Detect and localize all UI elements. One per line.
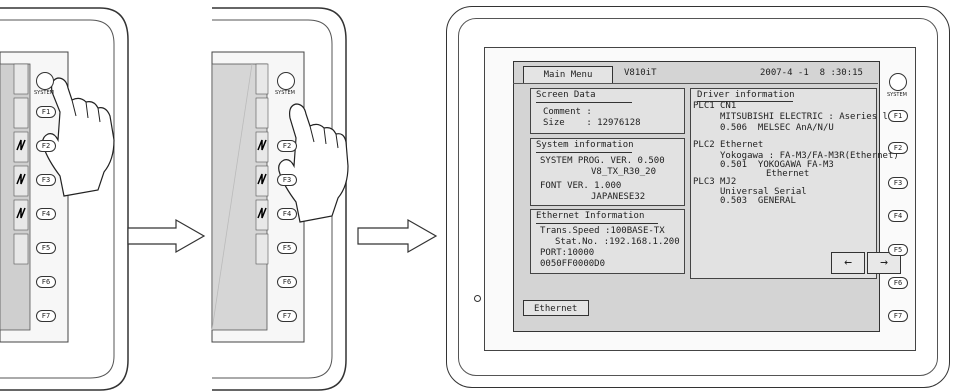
model-name: V810iT: [624, 68, 657, 78]
header-divider: [513, 83, 878, 84]
ethernet-information-title-underline: [536, 223, 658, 224]
system-information-title-underline: [536, 152, 632, 153]
driver-information-title: Driver information: [697, 90, 795, 100]
ethernet-button[interactable]: Ethernet: [523, 300, 589, 316]
plc1-port: CN1: [720, 101, 737, 111]
step2-system-button[interactable]: [277, 72, 295, 90]
font-name: JAPANESE32: [591, 192, 646, 202]
f2-key[interactable]: F2: [888, 142, 908, 154]
ethernet-information-title: Ethernet Information: [536, 211, 645, 221]
screen-data-comment: Comment :: [543, 107, 592, 117]
plc2-label: PLC2: [693, 140, 715, 150]
f5-key[interactable]: F5: [888, 244, 908, 256]
plc1-driver: 0.506 MELSEC AnA/N/U: [720, 123, 834, 133]
f4-key[interactable]: F4: [277, 208, 297, 220]
screen-data-size: Size : 12976128: [543, 118, 641, 128]
f6-key[interactable]: F6: [888, 277, 908, 289]
f2-key[interactable]: F2: [277, 140, 297, 152]
system-button[interactable]: [889, 73, 907, 91]
f3-key[interactable]: F3: [277, 174, 297, 186]
ethernet-mac: 0050FF0000D0: [540, 259, 606, 269]
system-information-title: System information: [536, 140, 634, 150]
step2-system-label: SYSTEM: [275, 90, 295, 96]
plc1-label: PLC1: [693, 101, 715, 111]
plc2-port: Ethernet: [720, 140, 764, 150]
prev-page-button[interactable]: ←: [831, 252, 865, 274]
plc3-port: MJ2: [720, 177, 737, 187]
plc3-driver: 0.503 GENERAL: [720, 196, 796, 206]
ethernet-port: PORT:10000: [540, 248, 595, 258]
plc2-interface: Ethernet: [766, 169, 810, 179]
right-arrow-icon: [357, 218, 438, 254]
f4-key[interactable]: F4: [888, 210, 908, 222]
f1-key[interactable]: F1: [888, 110, 908, 122]
f3-key[interactable]: F3: [888, 177, 908, 189]
datetime-display: 2007-4 -1 8 :30:15: [760, 68, 863, 78]
bezel-indicator-dot: [474, 295, 481, 302]
plc3-label: PLC3: [693, 177, 715, 187]
ethernet-station-no: Stat.No. :192.168.1.200: [555, 237, 680, 247]
system-prog-build: V8_TX_R30_20: [591, 167, 657, 177]
ethernet-trans-speed: Trans.Speed :100BASE-TX: [540, 226, 665, 236]
f7-key[interactable]: F7: [277, 310, 297, 322]
system-prog-version: SYSTEM PROG. VER. 0.500: [540, 156, 665, 166]
f6-key[interactable]: F6: [277, 276, 297, 288]
f5-key[interactable]: F5: [277, 242, 297, 254]
plc1-maker: MITSUBISHI ELECTRIC : Aseries link: [720, 112, 905, 122]
screen-data-title: Screen Data: [536, 90, 596, 100]
main-menu-button[interactable]: Main Menu: [523, 66, 613, 84]
screen-data-title-underline: [536, 102, 632, 103]
f7-key[interactable]: F7: [888, 310, 908, 322]
font-version: FONT VER. 1.000: [540, 181, 622, 191]
system-button-label: SYSTEM: [887, 92, 907, 98]
